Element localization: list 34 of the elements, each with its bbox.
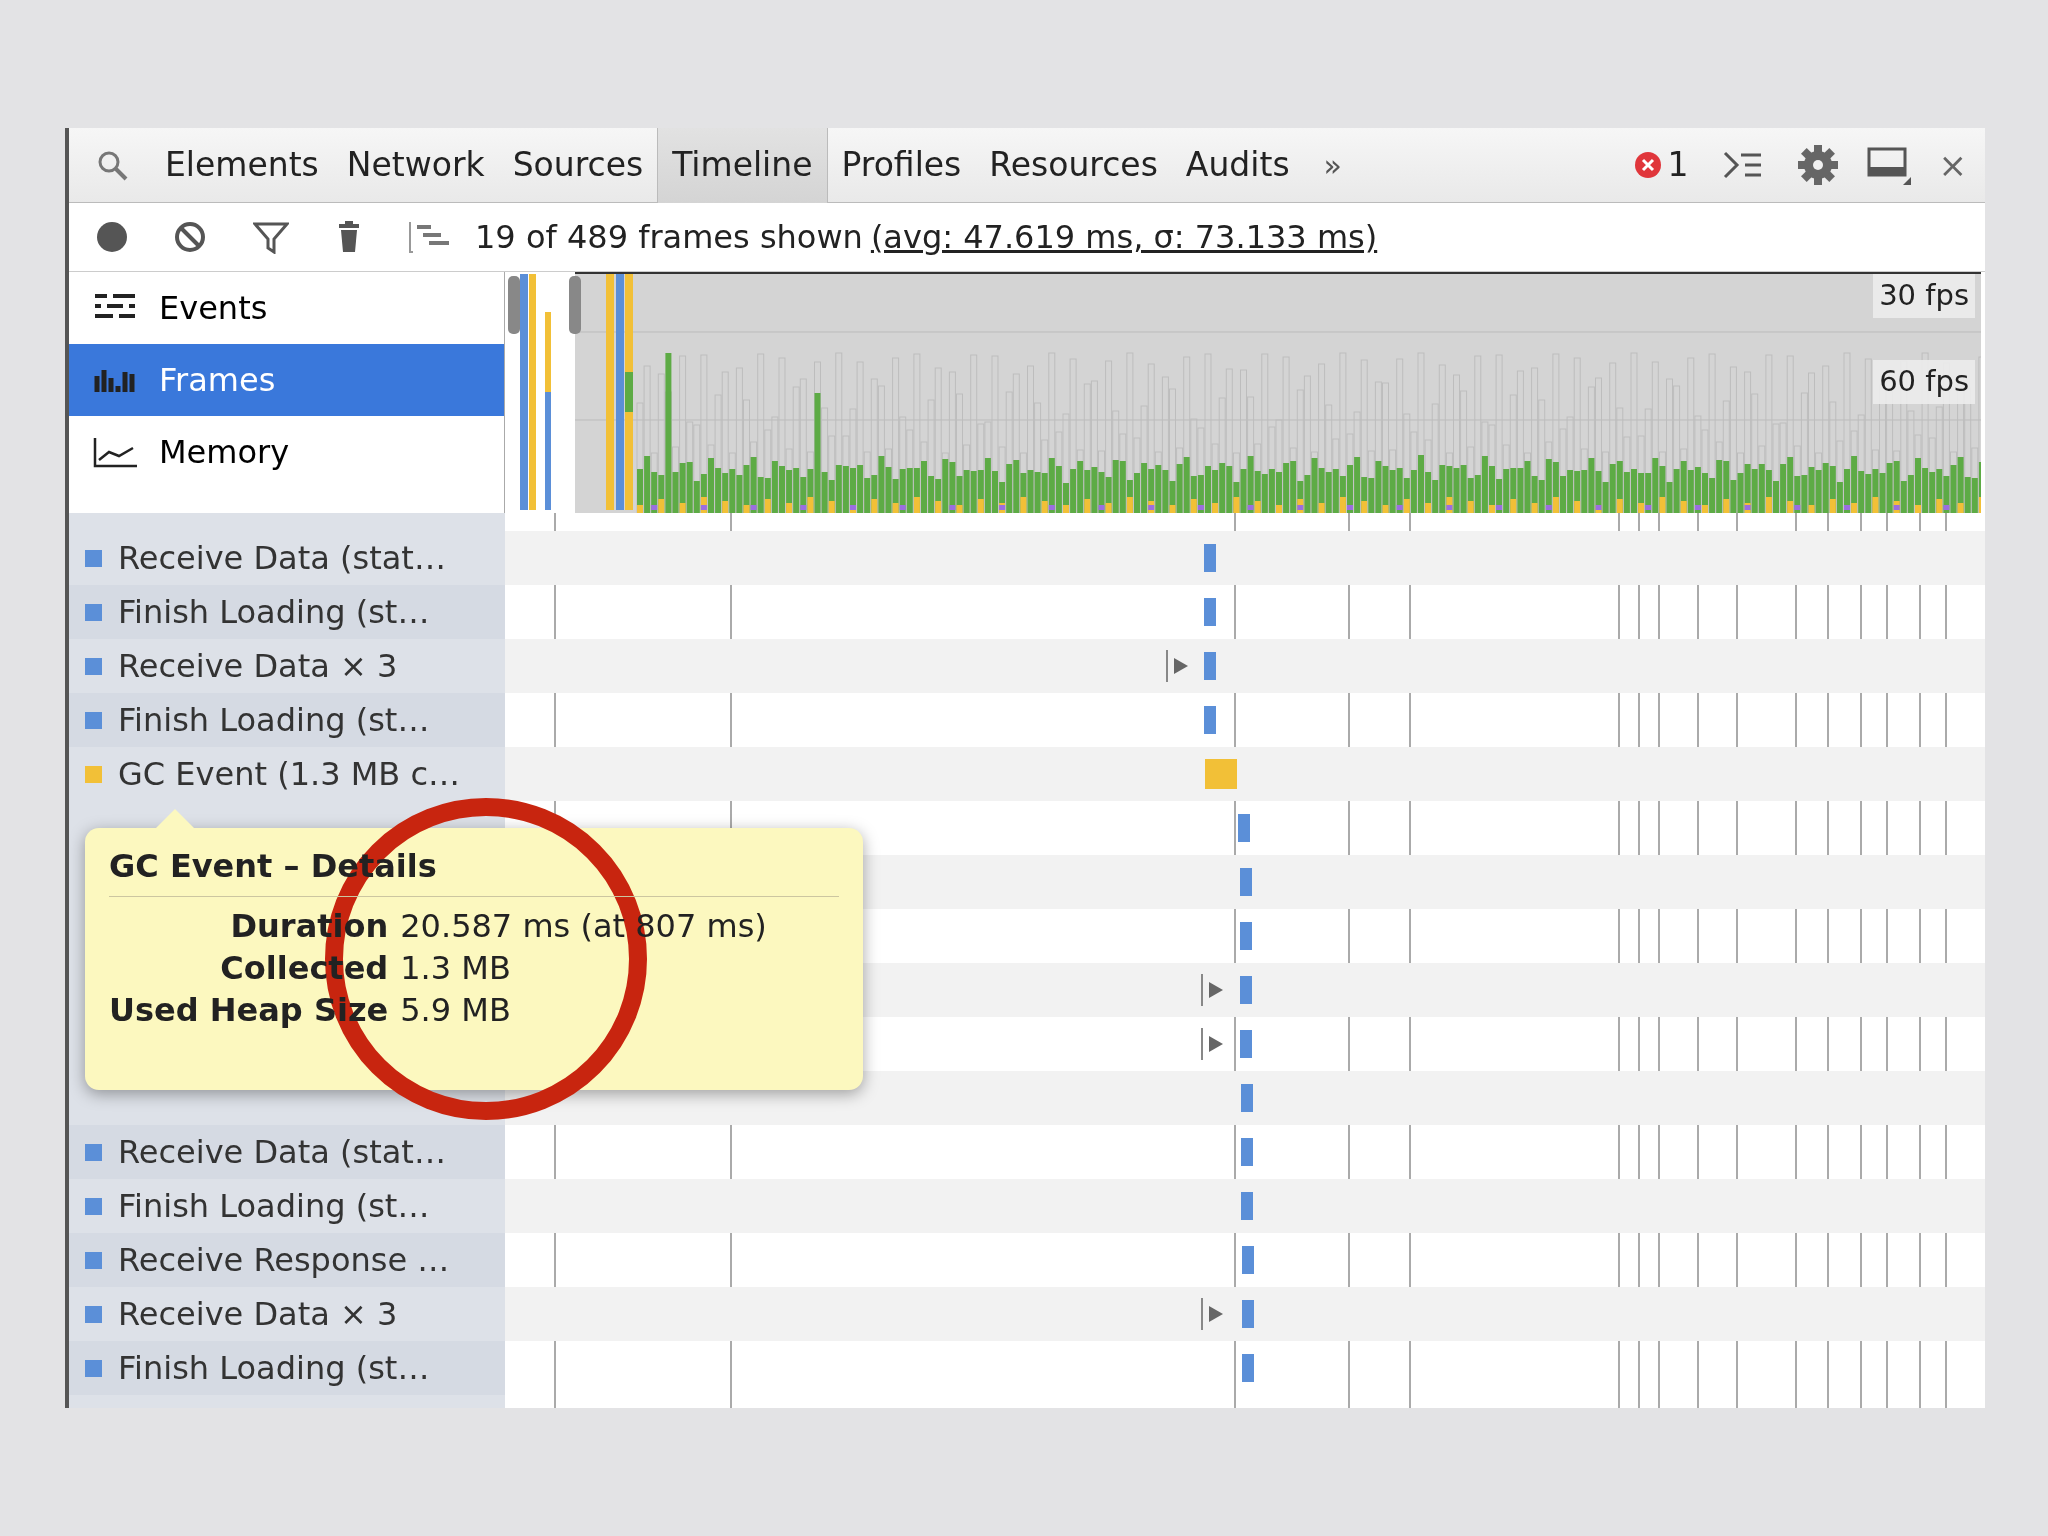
fps-label: 60 fps <box>1873 360 1975 404</box>
panel-tab[interactable]: Resources <box>975 128 1172 203</box>
record-label[interactable]: Receive Response … <box>118 1236 450 1284</box>
record-row[interactable]: Receive Response … <box>69 1233 505 1287</box>
record-label[interactable]: Finish Loading (st… <box>118 588 430 636</box>
more-tabs-button[interactable]: » <box>1323 142 1342 188</box>
record-label[interactable]: GC Event (1.3 MB c… <box>118 750 461 798</box>
panel-tab[interactable]: Audits <box>1171 128 1304 203</box>
record-label[interactable]: Finish Loading (st… <box>118 696 430 744</box>
panel-tab[interactable]: Elements <box>151 128 333 203</box>
record-label[interactable]: Finish Loading (st… <box>118 1344 430 1392</box>
fps-label: 30 fps <box>1873 274 1975 318</box>
record-label[interactable]: Receive Data × 3 <box>118 1290 398 1338</box>
view-item[interactable]: Memory <box>69 416 504 488</box>
stats-link[interactable]: (avg: 47.619 ms, σ: 73.133 ms) <box>870 213 1378 261</box>
record-row[interactable]: Finish Loading (st… <box>69 693 505 747</box>
frames-summary: 19 of 489 frames shown <box>475 217 863 258</box>
detail-value: 5.9 MB <box>400 990 512 1031</box>
error-count[interactable]: 1 <box>1667 140 1689 190</box>
view-item[interactable]: Events <box>69 272 504 344</box>
record-row[interactable]: Receive Data (stat… <box>69 1125 505 1179</box>
record-row[interactable]: Finish Loading (st… <box>69 585 505 639</box>
panel-tab[interactable]: Network <box>332 128 499 203</box>
detail-value: 1.3 MB <box>400 948 512 989</box>
record-label[interactable]: Receive Data (stat… <box>118 1128 446 1176</box>
panel-tab[interactable]: Profiles <box>827 128 976 203</box>
view-item[interactable]: Frames <box>69 344 504 416</box>
panel-tab[interactable]: Sources <box>498 128 658 203</box>
panel-tab[interactable]: Timeline <box>657 128 828 203</box>
record-label[interactable]: Receive Data × 3 <box>118 642 398 690</box>
record-label[interactable]: Receive Data (stat… <box>118 534 446 582</box>
close-button[interactable]: × <box>1938 139 1967 191</box>
record-row[interactable]: Finish Loading (st… <box>69 1341 505 1395</box>
record-label[interactable]: Finish Loading (st… <box>118 1182 430 1230</box>
